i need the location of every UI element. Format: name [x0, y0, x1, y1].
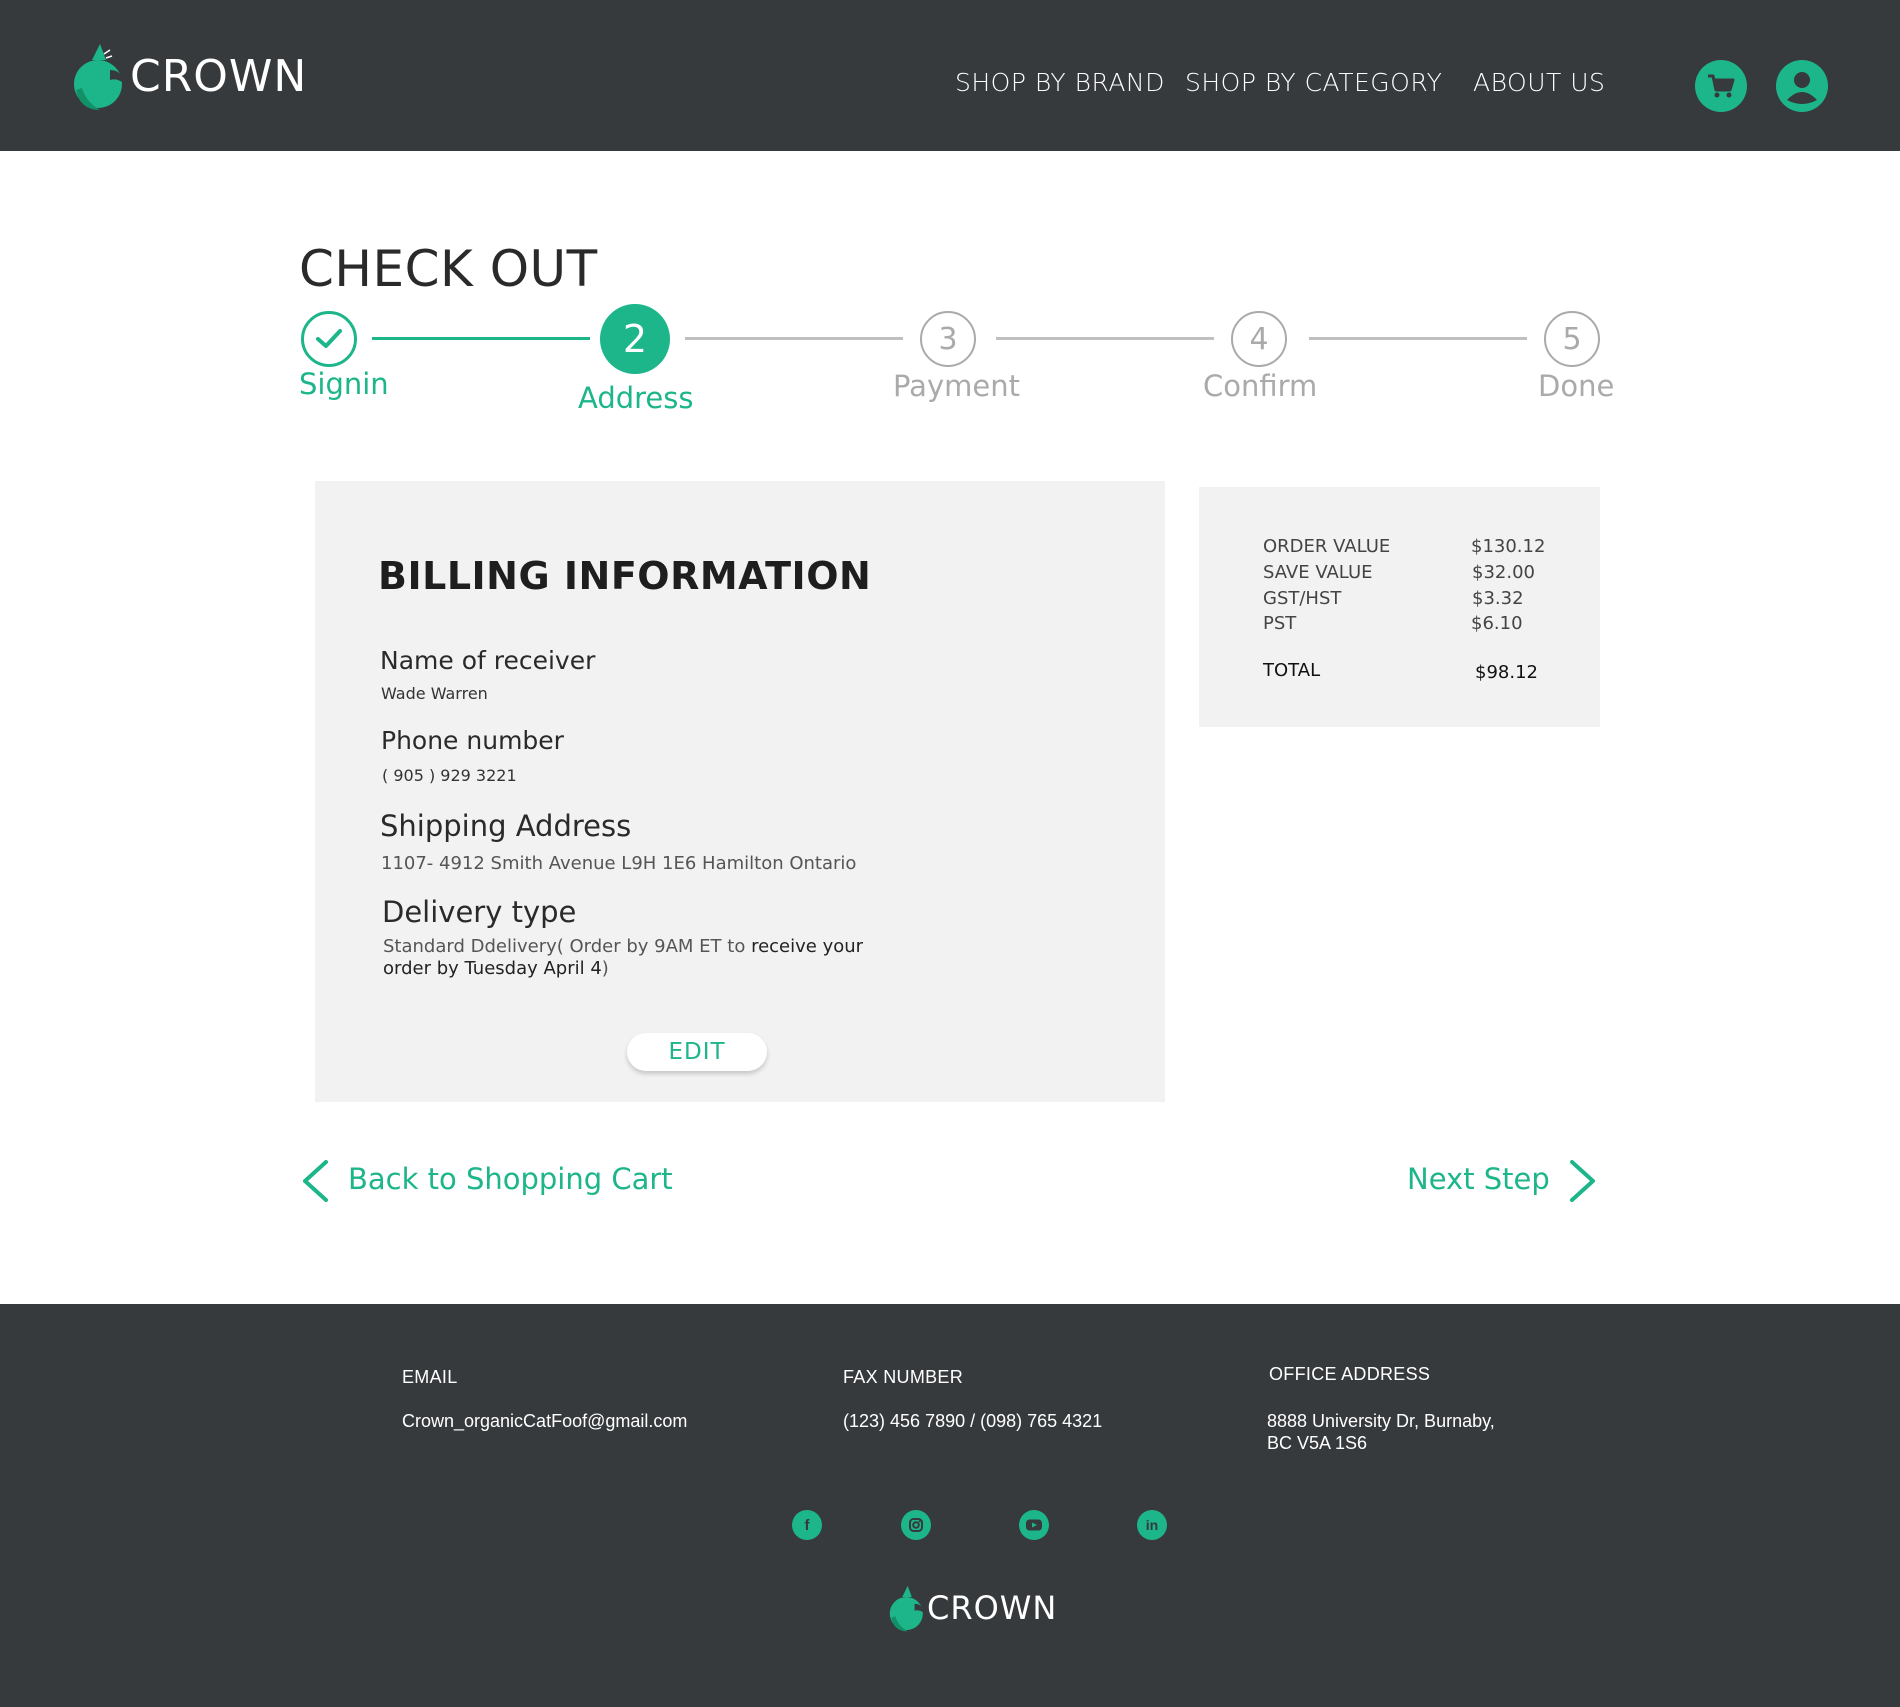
user-icon — [1787, 72, 1817, 104]
footer-office-value: 8888 University Dr, Burnaby, BC V5A 1S6 — [1267, 1410, 1495, 1454]
site-footer — [0, 1304, 1900, 1707]
delivery-text-emphasis: receive your — [751, 936, 864, 957]
site-header: CROWN SHOP BY BRAND SHOP BY CATEGORY ABO… — [0, 0, 1900, 151]
office-address-line: 8888 University Dr, Burnaby, — [1267, 1411, 1495, 1431]
back-to-cart-link[interactable]: Back to Shopping Cart — [348, 1162, 673, 1196]
footer-fax-value: (123) 456 7890 / (098) 765 4321 — [843, 1411, 1103, 1431]
total-value: $98.12 — [1475, 662, 1538, 683]
summary-label: GST/HST — [1263, 588, 1342, 609]
cart-icon — [1708, 74, 1735, 98]
footer-logo-text: CROWN — [927, 1589, 1058, 1627]
step-connector — [685, 337, 903, 340]
order-summary: ORDER VALUE $130.12 SAVE VALUE $32.00 GS… — [1199, 487, 1600, 727]
nav-about-us[interactable]: ABOUT US — [1473, 68, 1605, 97]
footer-email-label: EMAIL — [402, 1367, 458, 1387]
phone-label: Phone number — [381, 726, 564, 755]
step-label-done: Done — [1538, 369, 1615, 403]
billing-title: BILLING INFORMATION — [378, 554, 872, 598]
summary-label: SAVE VALUE — [1263, 562, 1373, 583]
delivery-label: Delivery type — [382, 895, 577, 929]
delivery-text: ) — [601, 958, 609, 979]
footer-logo[interactable]: CROWN — [887, 1582, 1057, 1634]
youtube-glyph — [1026, 1519, 1042, 1531]
checkmark-icon — [316, 329, 342, 348]
step-confirm-circle: 4 — [1231, 311, 1287, 367]
step-connector — [372, 337, 590, 340]
summary-value: $32.00 — [1472, 562, 1535, 583]
phone-value: ( 905 ) 929 3221 — [382, 766, 517, 785]
step-label-confirm: Confirm — [1203, 369, 1318, 403]
delivery-text: Standard Ddelivery( Order by 9AM ET to — [383, 936, 752, 957]
footer-email-value[interactable]: Crown_organicCatFoof@gmail.com — [402, 1410, 687, 1432]
step-address-circle: 2 — [600, 304, 670, 374]
step-connector — [1309, 337, 1527, 340]
nav-shop-by-category[interactable]: SHOP BY CATEGORY — [1185, 68, 1442, 97]
step-label-signin: Signin — [299, 367, 389, 401]
name-value: Wade Warren — [381, 684, 488, 703]
logo-text: CROWN — [130, 50, 308, 102]
header-logo[interactable]: CROWN — [70, 40, 307, 112]
office-address-line: BC V5A 1S6 — [1267, 1433, 1368, 1453]
footer-office-label: OFFICE ADDRESS — [1269, 1364, 1431, 1384]
chevron-left-icon[interactable] — [298, 1159, 332, 1203]
address-value: 1107- 4912 Smith Avenue L9H 1E6 Hamilton… — [381, 853, 857, 874]
account-button[interactable] — [1776, 60, 1828, 112]
step-payment-circle: 3 — [920, 311, 976, 367]
cat-logo-icon — [889, 1585, 923, 1632]
page-title: CHECK OUT — [299, 240, 598, 298]
step-signin-circle — [301, 311, 357, 367]
summary-label: PST — [1263, 613, 1297, 634]
footer-fax-label: FAX NUMBER — [843, 1367, 964, 1387]
nav-shop-by-brand[interactable]: SHOP BY BRAND — [955, 68, 1165, 97]
cat-logo-icon — [74, 44, 122, 110]
summary-value: $6.10 — [1471, 613, 1523, 634]
summary-value: $3.32 — [1472, 588, 1524, 609]
step-label-payment: Payment — [893, 369, 1020, 403]
step-connector — [996, 337, 1214, 340]
cart-button[interactable] — [1695, 60, 1747, 112]
name-label: Name of receiver — [380, 646, 596, 675]
facebook-icon[interactable]: f — [792, 1510, 822, 1540]
instagram-icon[interactable] — [901, 1510, 931, 1540]
summary-label: ORDER VALUE — [1263, 536, 1391, 557]
chevron-right-icon[interactable] — [1566, 1159, 1600, 1203]
total-label: TOTAL — [1263, 660, 1321, 681]
linkedin-icon[interactable]: in — [1137, 1510, 1167, 1540]
next-step-link[interactable]: Next Step — [1407, 1162, 1550, 1196]
delivery-text-emphasis: order by Tuesday April 4 — [383, 958, 602, 979]
billing-panel: BILLING INFORMATION Name of receiver Wad… — [315, 481, 1165, 1102]
step-label-address: Address — [578, 381, 694, 415]
delivery-value: Standard Ddelivery( Order by 9AM ET to r… — [383, 936, 863, 980]
edit-button[interactable]: EDIT — [627, 1033, 767, 1071]
summary-value: $130.12 — [1471, 536, 1546, 557]
address-label: Shipping Address — [380, 809, 632, 843]
youtube-icon[interactable] — [1019, 1510, 1049, 1540]
step-done-circle: 5 — [1544, 311, 1600, 367]
instagram-glyph — [909, 1518, 923, 1532]
